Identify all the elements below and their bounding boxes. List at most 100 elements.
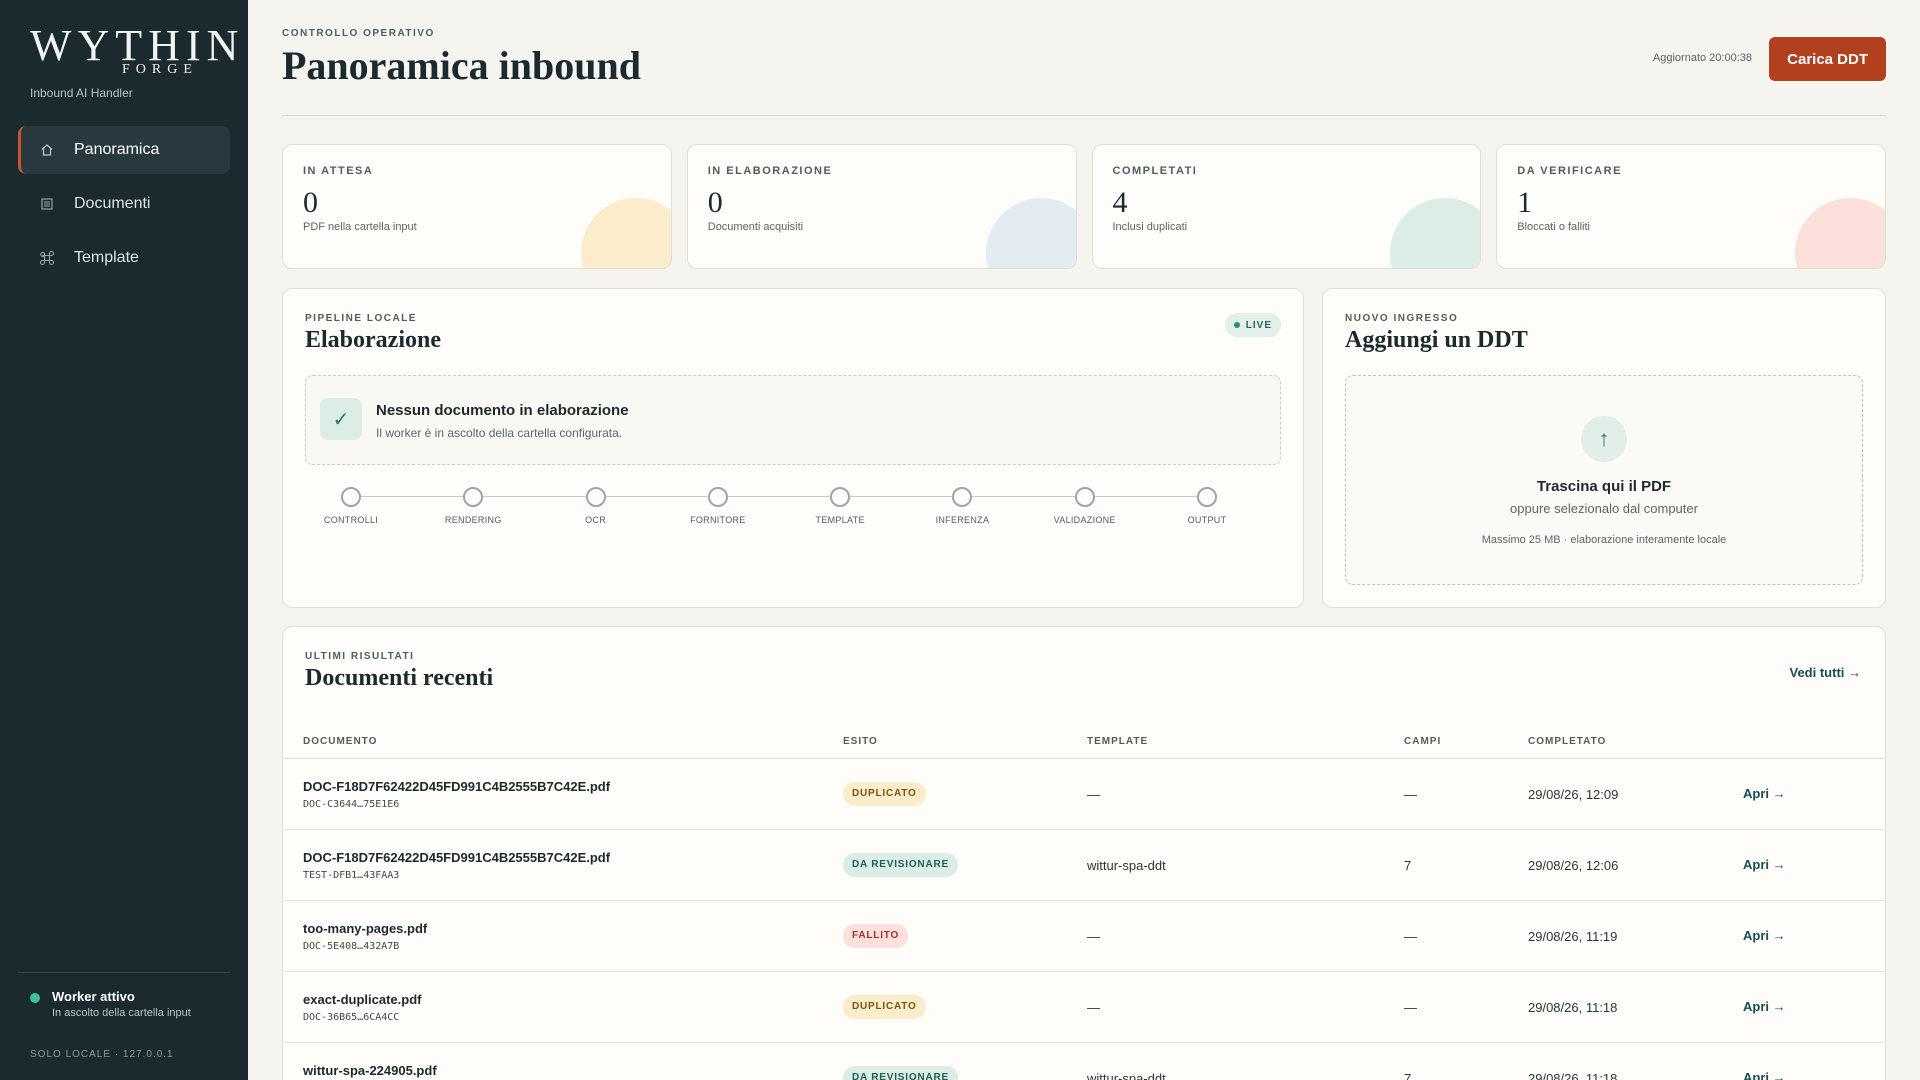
- fields-cell: —: [1404, 786, 1417, 802]
- document-cell: exact-duplicate.pdf DOC-36B65…6CA4CC: [283, 992, 843, 1023]
- step-label: RENDERING: [444, 515, 502, 525]
- open-link[interactable]: Apri →: [1743, 928, 1786, 943]
- document-id: DOC-36B65…6CA4CC: [303, 1011, 400, 1023]
- pipeline-step: OUTPUT: [1152, 487, 1262, 525]
- sidebar-item-template[interactable]: Template: [18, 234, 230, 282]
- stat-card-waiting: IN ATTESA 0 PDF nella cartella input: [282, 144, 672, 269]
- step-circle-icon: [707, 487, 728, 507]
- step-circle-icon: [585, 487, 606, 507]
- see-all-link[interactable]: Vedi tutti →: [1790, 665, 1862, 680]
- page-header: CONTROLLO OPERATIVO Panoramica inbound A…: [282, 0, 1886, 116]
- step-circle-icon: [1197, 487, 1217, 507]
- panel-title: Aggiungi un DDT: [1345, 327, 1528, 353]
- last-updated: Aggiornato 20:00:38: [1652, 52, 1752, 64]
- sidebar-item-label: Panoramica: [74, 141, 160, 158]
- sidebar-item-label: Template: [74, 249, 139, 266]
- column-header-document: DOCUMENTO: [303, 736, 378, 747]
- document-name: DOC-F18D7F62422D45FD991C4B2555B7C42E.pdf: [303, 849, 611, 865]
- table-row[interactable]: wittur-spa-224905.pdfDOC-7A3B2…9F1C05DA …: [283, 1043, 1885, 1080]
- home-icon: [38, 141, 56, 159]
- pipeline-step: INFERENZA: [907, 487, 1017, 525]
- open-link[interactable]: Apri →: [1743, 999, 1786, 1014]
- outcome-cell: DUPLICATO: [843, 782, 1087, 806]
- column-header-template: TEMPLATE: [1087, 736, 1149, 747]
- sidebar-item-documenti[interactable]: Documenti: [18, 180, 230, 228]
- document-name: wittur-spa-224905.pdf: [303, 1062, 437, 1078]
- step-label: FORNITORE: [690, 515, 746, 525]
- brand: WYTHIN FORGE Inbound AI Handler: [30, 21, 245, 101]
- template-cell: —: [1087, 786, 1100, 802]
- upload-ddt-button[interactable]: Carica DDT: [1769, 37, 1886, 81]
- open-link[interactable]: Apri →: [1743, 1070, 1786, 1080]
- step-label: VALIDAZIONE: [1053, 515, 1116, 525]
- recent-documents-panel: ULTIMI RISULTATI Documenti recenti Vedi …: [282, 626, 1886, 1080]
- document-cell: DOC-F18D7F62422D45FD991C4B2555B7C42E.pdf…: [283, 850, 843, 881]
- pdf-dropzone[interactable]: ↑ Trascina qui il PDF oppure selezionalo…: [1345, 375, 1863, 585]
- completed-cell: 29/08/26, 11:18: [1528, 1070, 1618, 1080]
- document-cell: DOC-F18D7F62422D45FD991C4B2555B7C42E.pdf…: [283, 779, 843, 810]
- completed-cell: 29/08/26, 11:19: [1528, 928, 1618, 944]
- outcome-cell: FALLITO: [843, 924, 1087, 948]
- check-icon: ✓: [320, 398, 362, 440]
- panel-title: Elaborazione: [305, 327, 441, 353]
- empty-state-title: Nessun documento in elaborazione: [376, 402, 629, 419]
- step-label: TEMPLATE: [815, 515, 865, 525]
- completed-cell: 29/08/26, 12:09: [1528, 786, 1619, 802]
- column-header-fields: CAMPI: [1404, 736, 1442, 747]
- table-row[interactable]: DOC-F18D7F62422D45FD991C4B2555B7C42E.pdf…: [283, 830, 1885, 901]
- sidebar-footer: Worker attivo In ascolto della cartella …: [18, 972, 230, 1080]
- divider: [18, 972, 230, 973]
- pipeline-steps: CONTROLLI RENDERING OCR FORNITORE TEMPLATE IN…: [324, 487, 1226, 537]
- panel-title: Documenti recenti: [305, 665, 494, 691]
- step-circle-icon: [952, 487, 973, 507]
- sidebar-nav: Panoramica Documenti Template: [18, 126, 230, 288]
- recent-documents-table: DOCUMENTO ESITO TEMPLATE CAMPI COMPLETAT…: [283, 725, 1885, 1080]
- pipeline-step: RENDERING: [418, 487, 528, 525]
- table-row[interactable]: exact-duplicate.pdf DOC-36B65…6CA4CC DUPLI…: [283, 972, 1885, 1043]
- table-body: DOC-F18D7F62422D45FD991C4B2555B7C42E.pdf…: [283, 759, 1885, 1080]
- sidebar-item-label: Documenti: [74, 195, 151, 212]
- page-title: Panoramica inbound: [282, 43, 641, 88]
- document-icon: [38, 195, 56, 213]
- pipeline-step: FORNITORE: [663, 487, 773, 525]
- sidebar-item-panoramica[interactable]: Panoramica: [18, 126, 230, 174]
- empty-state: ✓ Nessun documento in elaborazione Il wo…: [305, 375, 1281, 465]
- step-label: OUTPUT: [1187, 515, 1227, 525]
- open-link[interactable]: Apri →: [1743, 786, 1786, 801]
- column-header-completed: COMPLETATO: [1528, 736, 1607, 747]
- dropzone-subtitle: oppure selezionalo dal computer: [1510, 501, 1698, 516]
- panel-eyebrow: ULTIMI RISULTATI: [305, 651, 415, 662]
- pipeline-step: OCR: [541, 487, 651, 525]
- table-row[interactable]: DOC-F18D7F62422D45FD991C4B2555B7C42E.pdf…: [283, 759, 1885, 830]
- live-dot-icon: [1233, 322, 1240, 328]
- action-cell: Apri →: [1743, 998, 1883, 1016]
- empty-state-subtitle: Il worker è in ascolto della cartella co…: [376, 426, 623, 440]
- step-circle-icon: [830, 487, 851, 507]
- fields-cell: —: [1404, 999, 1417, 1015]
- template-cell: —: [1087, 999, 1100, 1015]
- upload-arrow-icon: ↑: [1581, 416, 1627, 462]
- open-link[interactable]: Apri →: [1743, 857, 1786, 872]
- fields-cell: —: [1404, 928, 1417, 944]
- fields-cell: 7: [1404, 857, 1412, 873]
- document-id: DOC-5E408…432A7B: [303, 940, 400, 952]
- local-mode-note: SOLO LOCALE · 127.0.0.1: [30, 1049, 174, 1060]
- document-name: DOC-F18D7F62422D45FD991C4B2555B7C42E.pdf: [303, 778, 611, 794]
- logo-wordmark: WYTHIN: [30, 21, 245, 70]
- stat-card-processing: IN ELABORAZIONE 0 Documenti acquisiti: [686, 144, 1077, 269]
- main-content: CONTROLLO OPERATIVO Panoramica inbound A…: [282, 0, 1886, 1080]
- document-id: TEST-DFB1…43FAA3: [303, 869, 400, 881]
- command-icon: [38, 249, 56, 267]
- status-badge: FALLITO: [843, 924, 909, 948]
- stats-row: IN ATTESA 0 PDF nella cartella input IN …: [282, 144, 1886, 269]
- stat-card-to-verify: DA VERIFICARE 1 Bloccati o falliti: [1496, 144, 1886, 269]
- action-cell: Apri →: [1743, 927, 1883, 945]
- action-cell: Apri →: [1743, 785, 1883, 803]
- panel-eyebrow: NUOVO INGRESSO: [1345, 313, 1459, 324]
- step-label: INFERENZA: [935, 515, 990, 525]
- step-circle-icon: [1074, 487, 1095, 507]
- table-row[interactable]: too-many-pages.pdf DOC-5E408…432A7B FALLIT…: [283, 901, 1885, 972]
- live-label: LIVE: [1245, 319, 1272, 331]
- outcome-cell: DUPLICATO: [843, 995, 1087, 1019]
- pipeline-panel: PIPELINE LOCALE Elaborazione LIVE ✓ Ness…: [282, 288, 1304, 608]
